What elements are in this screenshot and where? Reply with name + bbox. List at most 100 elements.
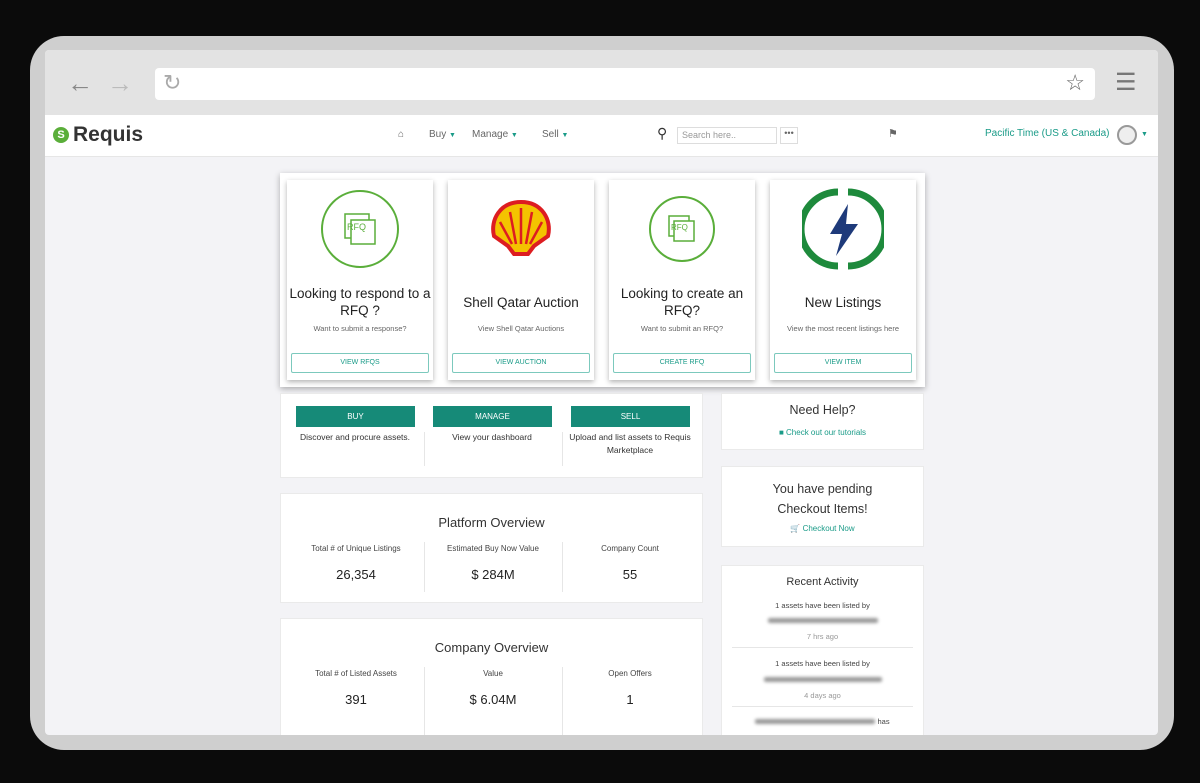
lightning-icon xyxy=(802,188,884,270)
feature-cards: RFQ Looking to respond to a RFQ ? Want t… xyxy=(280,173,925,387)
hamburger-icon[interactable]: ☰ xyxy=(1115,68,1137,97)
stat: Total # of Listed Assets 391 xyxy=(286,669,426,707)
arrow-left-icon[interactable]: ← xyxy=(67,68,93,99)
stat-label: Value xyxy=(483,669,503,678)
star-icon[interactable]: ☆ xyxy=(1065,70,1085,96)
tutorials-link[interactable]: ■ Check out our tutorials xyxy=(722,428,923,437)
avatar[interactable] xyxy=(1117,125,1137,145)
arrow-right-icon[interactable]: → xyxy=(107,68,133,99)
card-new-listings: New Listings View the most recent listin… xyxy=(770,180,916,380)
view-item-button[interactable]: VIEW ITEM xyxy=(774,353,912,373)
card-respond-rfq: RFQ Looking to respond to a RFQ ? Want t… xyxy=(287,180,433,380)
menu-label: Manage xyxy=(472,129,509,140)
manage-button[interactable]: MANAGE xyxy=(433,406,552,427)
card-subtitle: View the most recent listings here xyxy=(787,324,899,333)
stat-value: 55 xyxy=(622,567,638,582)
activity-time: 4 days ago xyxy=(804,691,841,700)
home-icon[interactable]: ⌂ xyxy=(398,129,404,140)
stat-value: 26,354 xyxy=(336,567,376,582)
app-header: S Requis ⌂ Buy ▼ Manage ▼ Sell ▼ ⚲ Search… xyxy=(45,115,1158,157)
card-subtitle: Want to submit a response? xyxy=(313,324,407,333)
section-title: Platform Overview xyxy=(438,515,545,530)
action-panel: BUY Discover and procure assets. MANAGE … xyxy=(280,393,703,478)
stat-label: Estimated Buy Now Value xyxy=(447,544,539,553)
platform-overview: Platform Overview Total # of Unique List… xyxy=(280,493,703,603)
stat: Value $ 6.04M xyxy=(423,669,563,707)
shell-logo xyxy=(491,199,551,256)
card-title: Looking to create an RFQ? xyxy=(620,286,744,318)
stat-value: $ 284M xyxy=(471,567,515,582)
logo-text: Requis xyxy=(73,123,144,146)
buy-desc: Discover and procure assets. xyxy=(299,432,411,442)
menu-sell[interactable]: Sell ▼ xyxy=(542,129,568,140)
activity-title: Recent Activity xyxy=(786,576,859,588)
address-bar[interactable]: ↻ ☆ xyxy=(155,68,1095,100)
caret-down-icon: ▼ xyxy=(561,132,569,139)
caret-down-icon[interactable]: ▼ xyxy=(1141,131,1148,138)
rfq-icon: RFQ xyxy=(649,196,715,262)
help-panel: Need Help? ■ Check out our tutorials xyxy=(721,393,924,450)
rfq-icon: RFQ xyxy=(321,190,399,268)
card-shell-auction: Shell Qatar Auction View Shell Qatar Auc… xyxy=(448,180,594,380)
stat-label: Open Offers xyxy=(608,669,652,678)
activity-text: 1 assets have been listed by xyxy=(775,601,870,610)
buy-button[interactable]: BUY xyxy=(296,406,415,427)
stat: Open Offers 1 xyxy=(560,669,700,707)
caret-down-icon: ▼ xyxy=(510,132,518,139)
svg-text:RFQ: RFQ xyxy=(347,222,366,232)
activity-email xyxy=(722,616,923,625)
activity-time: 7 hrs ago xyxy=(806,632,839,641)
activity-text-suffix: has xyxy=(877,717,890,726)
stat-value: 1 xyxy=(626,692,634,707)
cart-icon: 🛒 xyxy=(790,524,801,533)
stat-label: Total # of Listed Assets xyxy=(315,669,397,678)
divider xyxy=(732,706,913,707)
card-subtitle: Want to submit an RFQ? xyxy=(640,324,724,333)
video-icon: ■ xyxy=(778,428,784,437)
card-subtitle: View Shell Qatar Auctions xyxy=(477,324,565,333)
stat-label: Total # of Unique Listings xyxy=(311,544,401,553)
search-input[interactable]: Search here.. xyxy=(677,127,777,144)
sell-desc: Upload and list assets to Requis Marketp… xyxy=(569,432,691,455)
stat-value: $ 6.04M xyxy=(469,692,517,707)
card-title: Shell Qatar Auction xyxy=(463,294,579,310)
menu-label: Buy xyxy=(429,129,447,140)
view-rfqs-button[interactable]: VIEW RFQS xyxy=(291,353,429,373)
card-create-rfq: RFQ Looking to create an RFQ? Want to su… xyxy=(609,180,755,380)
reload-icon[interactable]: ↻ xyxy=(163,70,181,96)
logo[interactable]: S Requis xyxy=(53,123,143,147)
browser-window: ← → ↻ ☆ ☰ S Requis ⌂ Buy ▼ Manage ▼ Sell … xyxy=(45,50,1158,735)
company-overview: Company Overview Total # of Listed Asset… xyxy=(280,618,703,735)
help-title: Need Help? xyxy=(789,403,856,417)
manage-desc: View your dashboard xyxy=(452,432,532,442)
sell-button[interactable]: SELL xyxy=(571,406,690,427)
link-text: Checkout Now xyxy=(802,524,855,533)
stat: Company Count 55 xyxy=(560,544,700,582)
timezone-link[interactable]: Pacific Time (US & Canada) xyxy=(985,128,1110,139)
stat: Total # of Unique Listings 26,354 xyxy=(286,544,426,582)
create-rfq-button[interactable]: CREATE RFQ xyxy=(613,353,751,373)
card-title: Looking to respond to a RFQ ? xyxy=(289,286,431,318)
divider xyxy=(732,647,913,648)
activity-text: has xyxy=(722,717,923,726)
logo-icon: S xyxy=(53,127,69,143)
stat-value: 391 xyxy=(345,692,367,707)
checkout-link[interactable]: 🛒 Checkout Now xyxy=(722,524,923,533)
menu-buy[interactable]: Buy ▼ xyxy=(429,129,456,140)
view-auction-button[interactable]: VIEW AUCTION xyxy=(452,353,590,373)
bell-icon[interactable]: ⚑ xyxy=(888,127,898,140)
card-title: New Listings xyxy=(804,294,882,310)
stat: Estimated Buy Now Value $ 284M xyxy=(423,544,563,582)
checkout-panel: You have pending Checkout Items! 🛒 Check… xyxy=(721,466,924,547)
browser-toolbar: ← → ↻ ☆ ☰ xyxy=(45,50,1158,115)
stat-label: Company Count xyxy=(601,544,659,553)
link-text: Check out our tutorials xyxy=(786,428,867,437)
search-icon[interactable]: ⚲ xyxy=(657,125,667,142)
activity-text: 1 assets have been listed by xyxy=(775,659,870,668)
more-button[interactable]: ••• xyxy=(780,127,798,144)
activity-email xyxy=(722,675,923,684)
checkout-title: You have pending Checkout Items! xyxy=(772,482,873,516)
menu-manage[interactable]: Manage ▼ xyxy=(472,129,518,140)
section-title: Company Overview xyxy=(434,640,549,655)
recent-activity-panel: Recent Activity 1 assets have been liste… xyxy=(721,565,924,735)
